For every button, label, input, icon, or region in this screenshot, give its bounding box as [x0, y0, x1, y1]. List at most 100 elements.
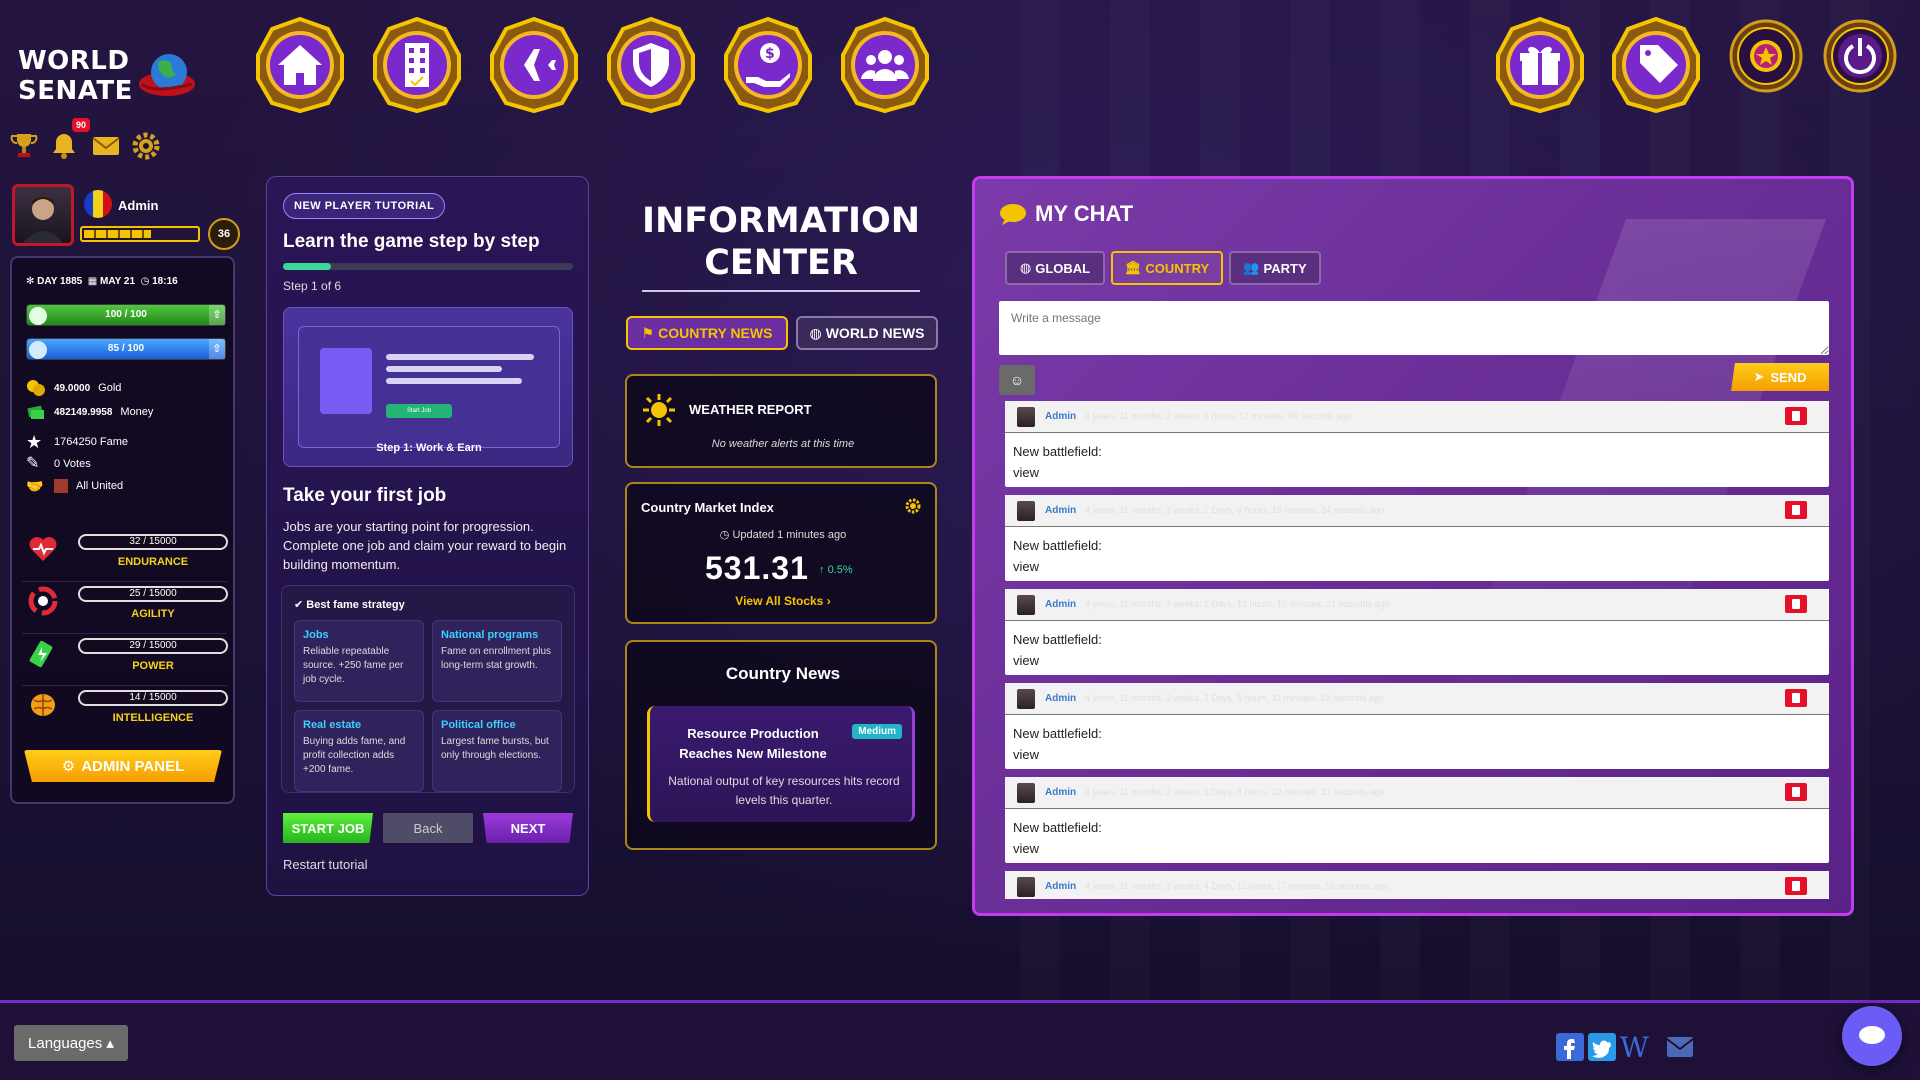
users-icon [841, 16, 929, 114]
message-time: 4 years, 11 months, 3 weeks, 4 Days, 11 … [1085, 881, 1389, 891]
fame-strategy-label: Best fame strategy [306, 599, 405, 611]
nav-defense-button[interactable] [601, 15, 701, 115]
chat-message-header: Admin 4 years, 11 months, 3 weeks, 1 Days… [1005, 495, 1829, 527]
facebook-icon[interactable] [1556, 1033, 1584, 1061]
skill-endurance[interactable]: 32 / 15000 ENDURANCE [22, 532, 228, 582]
news-item[interactable]: Resource Production Reaches New Mileston… [647, 706, 915, 822]
tab-world-news[interactable]: ◍ WORLD NEWS [796, 316, 938, 350]
news-headline: Resource Production Reaches New Mileston… [679, 726, 827, 761]
strategy-tile-national-programs: National programs Fame on enrollment plu… [432, 620, 562, 702]
emoji-button[interactable]: ☺ [999, 365, 1035, 395]
nav-home-button[interactable] [250, 15, 350, 115]
tab-chat-country[interactable]: 🏛 COUNTRY [1111, 251, 1223, 285]
nav-shop-button[interactable] [1606, 15, 1706, 115]
avatar[interactable] [1017, 595, 1035, 615]
avatar[interactable] [12, 184, 74, 246]
nav-economy-button[interactable]: $ [718, 15, 818, 115]
health-refill-button[interactable]: ⇧ [209, 305, 225, 325]
twitter-icon[interactable] [1588, 1033, 1616, 1061]
market-updated: ◷ Updated 1 minutes ago [627, 528, 939, 541]
start-job-button[interactable]: START JOB [283, 813, 373, 843]
message-text: New battlefield: [1013, 632, 1102, 647]
clock-icon: ◷ [719, 529, 730, 541]
party-name[interactable]: All United [76, 480, 123, 492]
energy-value: 85 / 100 [107, 343, 145, 354]
tab-chat-global[interactable]: ◍ GLOBAL [1005, 251, 1105, 285]
message-author[interactable]: Admin [1045, 693, 1076, 704]
message-view-link[interactable]: view [1013, 650, 1102, 671]
avatar[interactable] [1017, 783, 1035, 803]
message-time: 4 years, 11 months, 3 weeks, 6 hours, 17… [1085, 411, 1352, 421]
delete-message-button[interactable] [1785, 689, 1807, 707]
chat-messages[interactable]: Admin 4 years, 11 months, 3 weeks, 6 hour… [1005, 401, 1829, 899]
xp-bar [80, 226, 200, 242]
message-view-link[interactable]: view [1013, 462, 1102, 483]
delete-message-button[interactable] [1785, 877, 1807, 895]
avatar[interactable] [1017, 689, 1035, 709]
mail-icon[interactable] [90, 130, 122, 162]
player-name[interactable]: Admin [118, 198, 158, 213]
support-chat-button[interactable] [1842, 1006, 1902, 1066]
next-button[interactable]: NEXT [483, 813, 573, 843]
money-row: 482149.9958 Money [26, 402, 153, 422]
delete-message-button[interactable] [1785, 501, 1807, 519]
message-view-link[interactable]: view [1013, 838, 1102, 859]
app-logo[interactable]: WORLD SENATE [18, 46, 133, 106]
information-center-title: INFORMATION CENTER [622, 200, 940, 284]
chat-message: Admin 4 years, 11 months, 3 weeks, 1 Days… [1005, 495, 1829, 581]
tile-desc: Buying adds fame, and profit collection … [303, 736, 406, 775]
delete-message-button[interactable] [1785, 783, 1807, 801]
delete-message-button[interactable] [1785, 407, 1807, 425]
country-flag-icon[interactable] [84, 190, 112, 218]
avatar[interactable] [1017, 877, 1035, 897]
restart-tutorial-link[interactable]: Restart tutorial [283, 857, 368, 872]
avatar[interactable] [1017, 407, 1035, 427]
fame-strategy-title: ✔ Best fame strategy [294, 598, 405, 611]
gear-icon[interactable] [130, 130, 162, 162]
preview-line [386, 378, 522, 384]
message-view-link[interactable]: view [1013, 744, 1102, 765]
nav-buildings-button[interactable] [367, 15, 467, 115]
skill-power[interactable]: 29 / 15000 POWER [22, 636, 228, 686]
message-view-link[interactable]: view [1013, 556, 1102, 577]
chat-message-input[interactable] [999, 301, 1829, 355]
nav-military-button[interactable] [484, 15, 584, 115]
avatar[interactable] [1017, 501, 1035, 521]
tab-country-news[interactable]: ⚑ COUNTRY NEWS [626, 316, 788, 350]
toolbar-icons [8, 130, 208, 164]
languages-button[interactable]: Languages ▴ [14, 1025, 128, 1061]
energy-refill-button[interactable]: ⇧ [209, 339, 225, 359]
message-author[interactable]: Admin [1045, 787, 1076, 798]
nav-gifts-button[interactable] [1490, 15, 1590, 115]
settings-gear-icon[interactable] [905, 498, 921, 514]
message-author[interactable]: Admin [1045, 411, 1076, 422]
star-icon: ★ [26, 432, 43, 452]
market-value: 531.31 [705, 550, 809, 586]
nav-premium-button[interactable] [1728, 18, 1804, 94]
preview-line [386, 366, 502, 372]
bell-icon[interactable] [48, 130, 80, 162]
tags-icon [1612, 16, 1700, 114]
nav-people-button[interactable] [835, 15, 935, 115]
message-author[interactable]: Admin [1045, 505, 1076, 516]
skill-agility[interactable]: 25 / 15000 AGILITY [22, 584, 228, 634]
message-author[interactable]: Admin [1045, 599, 1076, 610]
weather-status: No weather alerts at this time [711, 438, 855, 450]
message-author[interactable]: Admin [1045, 881, 1076, 892]
view-all-stocks-link[interactable]: View All Stocks › [627, 594, 939, 608]
email-icon[interactable] [1666, 1033, 1694, 1061]
skill-intelligence[interactable]: 14 / 15000 INTELLIGENCE [22, 688, 228, 738]
send-button[interactable]: ➤ SEND [1731, 363, 1829, 391]
admin-panel-button[interactable]: ⚙ ADMIN PANEL [24, 750, 222, 782]
tutorial-step: Step 1 of 6 [283, 279, 342, 293]
tutorial-heading: Take your first job [283, 485, 447, 506]
tab-chat-party[interactable]: 👥 PARTY [1229, 251, 1321, 285]
admin-panel-label: ADMIN PANEL [81, 757, 185, 775]
trophy-icon[interactable] [8, 130, 40, 162]
wikipedia-icon[interactable]: W [1620, 1033, 1656, 1061]
health-value: 100 / 100 [105, 309, 147, 320]
fame-strategy: ✔ Best fame strategy Jobs Reliable repea… [281, 585, 575, 793]
back-button[interactable]: Back [383, 813, 473, 843]
delete-message-button[interactable] [1785, 595, 1807, 613]
nav-logout-button[interactable] [1822, 18, 1898, 94]
